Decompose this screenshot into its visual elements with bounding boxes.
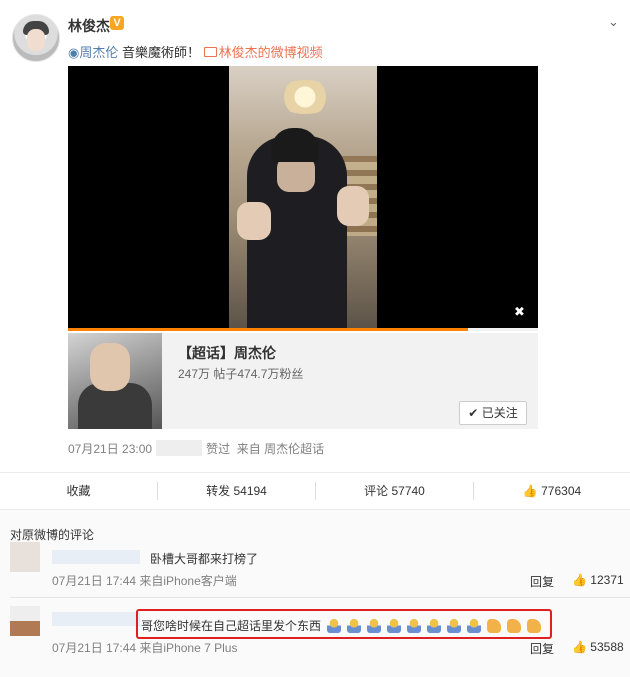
mute-icon[interactable]: ✖: [514, 304, 525, 320]
commenter-name-redacted[interactable]: [52, 612, 140, 626]
comment-time: 07月21日 17:44 来自iPhone客户端: [52, 574, 237, 588]
favorite-button[interactable]: 收藏: [0, 473, 157, 509]
avatar-face: [27, 29, 45, 51]
comment-text: 卧槽大哥都来打榜了: [150, 552, 259, 566]
liked-label: 赞过: [206, 442, 231, 456]
post-time[interactable]: 07月21日 23:00: [68, 442, 152, 456]
video-progress-fill: [68, 328, 468, 331]
chevron-down-icon[interactable]: ⌄: [608, 14, 619, 30]
comment-like-button[interactable]: 👍 53588: [572, 640, 624, 654]
followed-button[interactable]: ✔ 已关注: [459, 401, 527, 425]
reply-button[interactable]: 回复: [530, 640, 554, 657]
chandelier-shape: [275, 80, 335, 114]
commenter-avatar[interactable]: [10, 606, 40, 636]
repost-button[interactable]: 转发 54194: [158, 473, 315, 509]
thumbs-up-icon: 👍: [522, 484, 538, 498]
divider: [10, 597, 630, 598]
location-pin-icon: ◉: [68, 45, 80, 60]
author-avatar[interactable]: [12, 14, 60, 62]
video-link[interactable]: 林俊杰的微博视频: [203, 45, 323, 60]
video-icon: [203, 47, 217, 57]
person-hand-right-shape: [337, 186, 369, 226]
card-image-face: [90, 343, 130, 391]
topic-card-stats: 247万 帖子474.7万粉丝: [178, 367, 304, 381]
thumbs-up-icon: 👍: [572, 640, 587, 654]
redacted-block: [156, 440, 203, 456]
commenter-avatar[interactable]: [10, 542, 40, 572]
comment-like-button[interactable]: 👍 12371: [572, 573, 624, 587]
post-meta: 07月21日 23:00 赞过 来自 周杰伦超话: [68, 440, 324, 457]
topic-tag-link[interactable]: ◉周杰伦: [68, 45, 118, 60]
comments-header: 对原微博的评论: [10, 528, 95, 542]
video-progress-bar[interactable]: [68, 328, 538, 331]
reply-button[interactable]: 回复: [530, 573, 554, 590]
action-bar: 收藏 转发 54194 评论 57740 👍 776304: [0, 473, 630, 509]
commenter-name-redacted[interactable]: [52, 550, 140, 564]
highlight-box: [136, 609, 552, 639]
topic-card-image: [68, 333, 162, 429]
person-beanie-shape: [271, 128, 319, 162]
post-source[interactable]: 来自 周杰伦超话: [237, 442, 324, 456]
post-text: 音樂魔術師！: [121, 45, 200, 60]
topic-card-title[interactable]: 【超话】周杰伦: [178, 343, 276, 363]
comment-button[interactable]: 评论 57740: [316, 473, 473, 509]
post-text-line: ◉周杰伦 音樂魔術師！ 林俊杰的微博视频: [68, 42, 323, 61]
topic-card[interactable]: 【超话】周杰伦 247万 帖子474.7万粉丝 ✔ 已关注: [68, 333, 538, 429]
author-name[interactable]: 林俊杰: [68, 16, 110, 36]
like-button[interactable]: 👍 776304: [474, 473, 630, 509]
video-player[interactable]: ✖: [68, 66, 538, 330]
person-hand-left-shape: [237, 202, 271, 240]
comment-time: 07月21日 17:44 来自iPhone 7 Plus: [52, 641, 238, 655]
verified-badge-icon: V: [110, 16, 124, 30]
thumbs-up-icon: 👍: [572, 573, 587, 587]
video-frame: [229, 66, 377, 330]
checkmark-icon: ✔: [468, 406, 479, 420]
